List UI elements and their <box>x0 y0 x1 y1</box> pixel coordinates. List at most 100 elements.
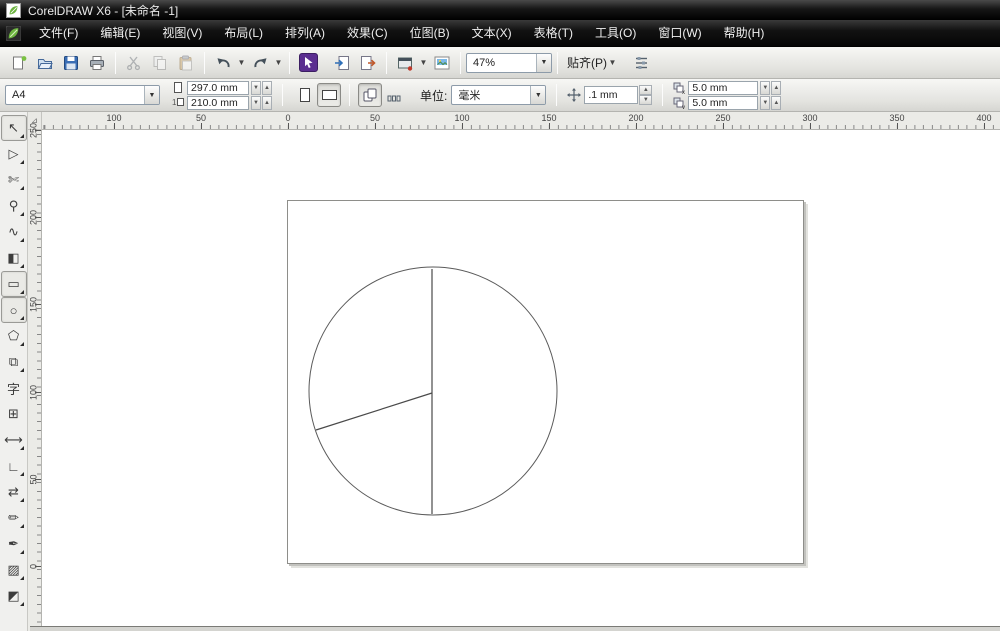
cut-button[interactable] <box>121 50 147 76</box>
menu-item-9[interactable]: 工具(O) <box>584 19 647 47</box>
horizontal-scrollbar[interactable] <box>30 626 1000 631</box>
basic-shapes-tool[interactable]: ⧉ <box>1 349 27 375</box>
connector-tool-icon: ∟ <box>7 458 20 474</box>
hruler-major-tick <box>984 123 985 129</box>
fill-tool[interactable]: ▨ <box>1 557 27 583</box>
zoom-level-combo[interactable]: 47% ▼ <box>466 52 552 73</box>
blend-tool[interactable]: ⇄ <box>1 479 27 505</box>
hruler-major-tick <box>462 123 463 129</box>
outline-pen-tool[interactable]: ✒ <box>1 531 27 557</box>
shape-tool[interactable]: ▷ <box>1 141 27 167</box>
search-content-button[interactable] <box>295 50 321 76</box>
freehand-tool[interactable]: ∿ <box>1 219 27 245</box>
paper-height-field[interactable]: 210.0 mm <box>187 95 249 110</box>
hruler-major-tick <box>288 123 289 129</box>
copy-button[interactable] <box>147 50 173 76</box>
ellipse-shape[interactable] <box>308 266 558 516</box>
application-launcher-dropdown-icon[interactable]: ▼ <box>418 58 429 67</box>
shape-tool-icon: ▷ <box>8 146 19 161</box>
redo-button[interactable] <box>247 50 273 76</box>
options-button[interactable] <box>628 50 654 76</box>
import-button[interactable] <box>329 50 355 76</box>
interactive-fill-tool[interactable]: ◩ <box>1 583 27 609</box>
menu-item-0[interactable]: 文件(F) <box>28 19 89 47</box>
zoom-level-dropdown-icon[interactable]: ▼ <box>536 53 551 72</box>
horizontal-ruler: 100 50 0 50 100 150 200 250 300 350 400 <box>42 112 1000 130</box>
fill-tool-icon: ▨ <box>7 562 20 577</box>
export-button[interactable] <box>355 50 381 76</box>
hruler-major-tick <box>375 123 376 129</box>
undo-dropdown-icon[interactable]: ▼ <box>236 58 247 67</box>
toolbox: ↖ ▷ ✄ ⚲ ∿ ◧ ▭ ○ ⬠ ⧉ 字 ⊞ ⟷ ∟ ⇄ ✏ ✒ ▨ ◩ <box>0 112 28 631</box>
page-size-dropdown-icon[interactable]: ▼ <box>144 86 159 104</box>
duplicate-distance: x 5.0 mm ▼ ▲ y 5.0 mm ▼ ▲ <box>673 80 782 110</box>
pick-tool[interactable]: ↖ <box>0 115 27 141</box>
undo-button[interactable] <box>210 50 236 76</box>
landscape-button[interactable] <box>317 83 341 107</box>
all-pages-button[interactable] <box>358 83 382 107</box>
save-button[interactable] <box>58 50 84 76</box>
snap-dropdown-icon[interactable]: ▼ <box>607 58 618 67</box>
menu-item-4[interactable]: 排列(A) <box>274 19 336 47</box>
parallel-dimension-tool[interactable]: ⟷ <box>1 427 27 453</box>
paste-button[interactable] <box>173 50 199 76</box>
menu-item-6[interactable]: 位图(B) <box>399 19 461 47</box>
units-value: 毫米 <box>458 90 481 102</box>
menu-item-7[interactable]: 文本(X) <box>461 19 523 47</box>
redo-dropdown-icon[interactable]: ▼ <box>273 58 284 67</box>
blend-tool-icon: ⇄ <box>8 484 19 499</box>
menu-item-5[interactable]: 效果(C) <box>336 19 399 47</box>
snap-dropdown[interactable]: 贴齐(P) ▼ <box>563 54 622 71</box>
hruler-label: 50 <box>195 113 206 123</box>
menu-item-8[interactable]: 表格(T) <box>523 19 584 47</box>
nudge-offset-field[interactable]: .1 mm <box>584 86 639 104</box>
ellipse-tool[interactable]: ○ <box>0 297 27 323</box>
paper-height-spinner[interactable]: ▼ ▲ <box>250 95 272 110</box>
hruler-label: 50 <box>369 113 380 123</box>
pick-tool-icon: ↖ <box>8 120 19 135</box>
rectangle-tool[interactable]: ▭ <box>0 271 27 297</box>
color-eyedropper-tool[interactable]: ✏ <box>1 505 27 531</box>
menubar: 文件(F) 编辑(E) 视图(V) 布局(L) 排列(A) 效果(C) 位图(B) 文本(X)… <box>0 20 1000 47</box>
new-document-button[interactable] <box>6 50 32 76</box>
duplicate-y-spinner[interactable]: ▼ ▲ <box>759 95 782 110</box>
menu-item-2[interactable]: 视图(V) <box>151 19 213 47</box>
portrait-button[interactable] <box>293 83 317 107</box>
drawing-canvas[interactable] <box>42 130 1000 631</box>
zoom-tool[interactable]: ⚲ <box>1 193 27 219</box>
smart-fill-tool-icon: ◧ <box>7 250 20 265</box>
units-combo[interactable]: 毫米 ▼ <box>451 85 547 105</box>
duplicate-x-field[interactable]: 5.0 mm <box>688 80 759 95</box>
table-tool[interactable]: ⊞ <box>1 401 27 427</box>
open-button[interactable] <box>32 50 58 76</box>
nudge-spinner[interactable]: ▲ ▼ <box>639 85 653 105</box>
vertical-ruler: 250 200 150 100 50 0 <box>28 123 42 631</box>
polygon-tool[interactable]: ⬠ <box>1 323 27 349</box>
duplicate-x-spinner[interactable]: ▼ ▲ <box>759 80 782 95</box>
portrait-icon <box>300 88 310 102</box>
page-size-combo[interactable]: A4 ▼ <box>5 85 160 105</box>
hruler-label: 150 <box>541 113 557 123</box>
toolbar-separator <box>204 51 205 74</box>
welcome-screen-button[interactable] <box>429 50 455 76</box>
paper-width-spinner[interactable]: ▼ ▲ <box>250 80 272 95</box>
text-tool[interactable]: 字 <box>1 375 27 401</box>
units-dropdown-icon[interactable]: ▼ <box>530 86 546 104</box>
application-launcher-button[interactable] <box>392 50 418 76</box>
menu-item-10[interactable]: 窗口(W) <box>647 19 712 47</box>
toolbar-separator <box>289 51 290 74</box>
svg-text:x: x <box>682 90 685 94</box>
paper-width-field[interactable]: 297.0 mm <box>187 80 249 95</box>
segment-line-2[interactable] <box>315 392 433 431</box>
smart-fill-tool[interactable]: ◧ <box>1 245 27 271</box>
menu-item-11[interactable]: 帮助(H) <box>713 19 776 47</box>
menu-item-3[interactable]: 布局(L) <box>213 19 274 47</box>
units-label: 单位: <box>420 88 448 103</box>
current-page-button[interactable] <box>382 83 406 107</box>
print-button[interactable] <box>84 50 110 76</box>
menu-item-1[interactable]: 编辑(E) <box>89 19 151 47</box>
app-logo-icon <box>6 2 21 18</box>
crop-tool[interactable]: ✄ <box>1 167 27 193</box>
duplicate-y-field[interactable]: 5.0 mm <box>688 95 759 110</box>
connector-tool[interactable]: ∟ <box>1 453 27 479</box>
